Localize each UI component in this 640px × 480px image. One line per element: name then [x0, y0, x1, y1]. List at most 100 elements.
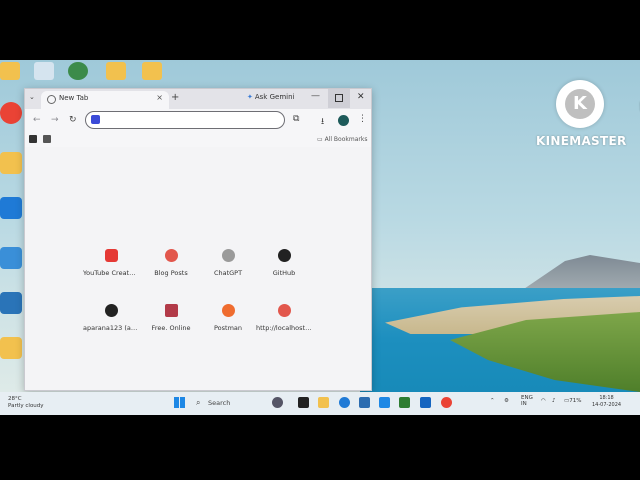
chrome-icon[interactable]: [0, 102, 22, 124]
edge-icon[interactable]: [0, 197, 22, 219]
postman-icon: [222, 304, 235, 317]
wifi-icon[interactable]: ◠: [541, 398, 546, 404]
search-icon: ⌕: [196, 398, 201, 407]
tab-search-icon[interactable]: ⌄: [29, 93, 35, 101]
shortcut-icon[interactable]: [0, 292, 22, 314]
tab-bar: ⌄ New Tab × + ✦ Ask Gemini — ✕: [25, 89, 640, 112]
shortcut-tile[interactable]: ChatGPT: [200, 249, 256, 293]
shortcut-label: Postman: [213, 324, 243, 332]
shortcut-label: Free. Online: [151, 324, 191, 332]
shortcut-tile[interactable]: Postman: [200, 304, 256, 348]
xbox-icon[interactable]: [399, 397, 410, 408]
folder-icon[interactable]: [142, 62, 162, 80]
maximize-button[interactable]: [328, 89, 640, 112]
app-icon[interactable]: [0, 247, 22, 269]
tab-new-tab[interactable]: New Tab ×: [41, 91, 169, 109]
volume-icon[interactable]: ♪: [552, 398, 556, 404]
kinemaster-k-icon: K: [565, 89, 595, 119]
shortcut-label: Blog Posts: [154, 269, 188, 277]
tab-title: New Tab: [59, 94, 89, 102]
bookmark-icon[interactable]: [29, 135, 37, 143]
maximize-icon: [335, 94, 343, 102]
clock-time: 18:18: [599, 395, 614, 401]
weather-temp: 28°C: [8, 396, 22, 402]
clock[interactable]: 18:18 14-07-2024: [592, 395, 621, 409]
file-explorer-icon[interactable]: [318, 397, 329, 408]
desktop-icons-top: [0, 60, 175, 82]
browser-toolbar: ← → ↻ ⧉ ⭳ ⋮: [25, 109, 371, 133]
site-info-icon[interactable]: [91, 115, 100, 124]
tab-close-button[interactable]: ×: [156, 93, 163, 102]
shortcut-tile[interactable]: GitHub: [256, 249, 312, 293]
folder-icon: ▭: [317, 136, 325, 143]
language-indicator[interactable]: ENG IN: [521, 395, 533, 407]
settings-icon[interactable]: ⚙: [504, 398, 509, 404]
battery-indicator[interactable]: ▭71%: [564, 398, 581, 404]
browser-window: ⌄ New Tab × + ✦Ask Gemini — ✕ ← → ↻ ⧉ ⭳: [24, 88, 640, 391]
all-bookmarks-button[interactable]: ▭ All Bookmarks: [317, 136, 367, 143]
shortcut-label: GitHub: [272, 269, 296, 277]
shortcut-label: aparana123 (ap...: [83, 324, 139, 332]
book-icon: [165, 304, 178, 317]
new-tab-button[interactable]: +: [171, 92, 179, 104]
taskbar: 28°C Partly cloudy ⌕ Search ⌃ ⚙ ENG IN ◠ …: [0, 392, 640, 415]
forward-button[interactable]: →: [51, 115, 59, 125]
kinemaster-watermark: KINEMASTER: [536, 134, 627, 148]
github-icon: [278, 249, 291, 262]
weather-widget[interactable]: 28°C Partly cloudy: [8, 396, 44, 410]
ask-gemini-button[interactable]: ✦ Ask Gemini: [247, 93, 294, 101]
shortcut-tile[interactable]: Blog Posts: [143, 249, 199, 293]
youtube-icon: [105, 249, 118, 262]
github-icon: [105, 304, 118, 317]
shortcut-label: YouTube Creato...: [83, 269, 139, 277]
shortcut-label: http://localhost:...: [256, 324, 312, 332]
recycle-bin-icon[interactable]: [34, 62, 54, 80]
address-bar[interactable]: [85, 111, 285, 129]
folder-icon[interactable]: [106, 62, 126, 80]
gemini-label: Ask Gemini: [254, 93, 295, 101]
windows-start-icon[interactable]: [174, 397, 185, 408]
clock-date: 14-07-2024: [592, 402, 622, 408]
globe-icon: [47, 95, 56, 104]
shortcut-tile[interactable]: Free. Online: [143, 304, 199, 348]
new-tab-page: YouTube Creato... Blog Posts ChatGPT Git…: [25, 147, 371, 390]
task-view-icon[interactable]: [298, 397, 309, 408]
store-icon[interactable]: [359, 397, 370, 408]
lang-sub: IN: [521, 401, 527, 407]
shortcut-tile[interactable]: http://localhost:...: [256, 304, 312, 348]
desktop-icons-left: [0, 62, 26, 382]
bookmarks-bar: ▭ All Bookmarks: [25, 133, 371, 147]
search-label: Search: [208, 399, 231, 407]
folder-icon[interactable]: [0, 337, 22, 359]
letter-l-icon: [278, 304, 291, 317]
reload-button[interactable]: ↻: [69, 115, 77, 125]
folder-icon[interactable]: [0, 152, 22, 174]
shortcut-label: ChatGPT: [213, 269, 243, 277]
chrome-icon[interactable]: [441, 397, 452, 408]
close-window-button[interactable]: ✕: [357, 92, 365, 102]
app-icon[interactable]: [68, 62, 88, 80]
all-bookmarks-label: All Bookmarks: [324, 136, 368, 143]
back-button[interactable]: ←: [33, 115, 41, 125]
app-icon[interactable]: [272, 397, 283, 408]
download-button[interactable]: ⭳: [321, 114, 324, 130]
mail-icon[interactable]: [379, 397, 390, 408]
menu-button[interactable]: ⋮: [358, 114, 367, 124]
vscode-icon[interactable]: [420, 397, 431, 408]
chatgpt-icon: [222, 249, 235, 262]
shortcut-tile[interactable]: aparana123 (ap...: [83, 304, 139, 348]
battery-level: 71%: [569, 398, 582, 404]
apps-grid-icon[interactable]: [43, 135, 51, 143]
gemini-icon: ✦: [247, 93, 253, 101]
kinemaster-logo: K: [556, 80, 604, 128]
minimize-button[interactable]: —: [311, 91, 320, 101]
extensions-button[interactable]: ⧉: [293, 114, 299, 124]
edge-icon[interactable]: [339, 397, 350, 408]
taskbar-search[interactable]: ⌕ Search: [192, 396, 262, 410]
letter-l-icon: [165, 249, 178, 262]
chevron-up-icon[interactable]: ⌃: [490, 398, 495, 404]
profile-avatar[interactable]: [338, 115, 349, 126]
shortcut-tile[interactable]: YouTube Creato...: [83, 249, 139, 293]
weather-text: Partly cloudy: [8, 403, 44, 409]
video-frame: ⌄ New Tab × + ✦Ask Gemini — ✕ ← → ↻ ⧉ ⭳: [0, 0, 640, 480]
